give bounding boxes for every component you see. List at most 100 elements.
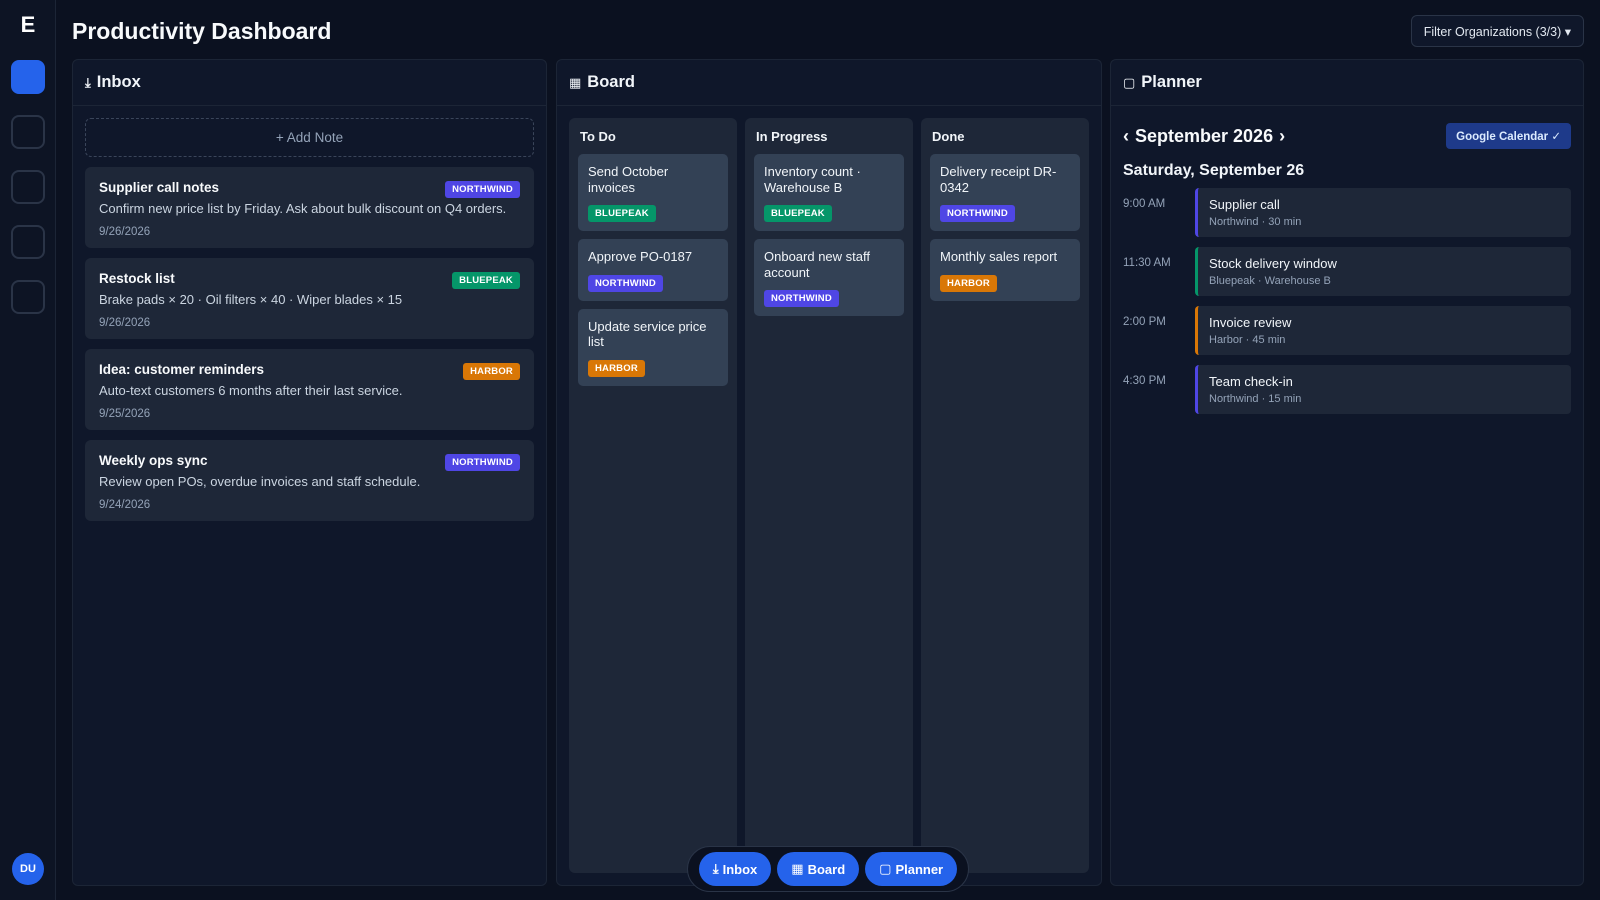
tab-label: Board — [807, 861, 846, 877]
note-body: Review open POs, overdue invoices and st… — [99, 473, 421, 489]
event-title: Team check-in — [1209, 374, 1293, 389]
column-title: Done — [932, 129, 965, 144]
rail-nav-home[interactable] — [11, 60, 45, 94]
event-time: 2:00 PM — [1123, 316, 1166, 328]
inbox-panel: ⤓ Inbox + Add Note Supplier call notes NO… — [72, 59, 547, 886]
rail-nav-item-5[interactable] — [11, 280, 45, 314]
task-title: Approve PO-0187 — [588, 249, 693, 265]
note-card[interactable]: Restock list BLUEPEAK Brake pads × 20 · Oi… — [85, 257, 534, 339]
inbox-title: Inbox — [96, 73, 141, 91]
planner-header: ▢ Planner — [1111, 60, 1583, 106]
tab-label: Inbox — [722, 861, 758, 877]
task-card[interactable]: Send October invoices BLUEPEAK — [578, 154, 728, 232]
tab-planner[interactable]: ▢ Planner — [865, 852, 958, 886]
board-icon: ▦ — [569, 74, 582, 90]
tab-label: Planner — [895, 861, 944, 877]
event-row: 2:00 PM Invoice review Harbor · 45 min — [1123, 306, 1571, 355]
org-badge: HARBOR — [463, 362, 520, 380]
note-body: Confirm new price list by Friday. Ask ab… — [99, 201, 507, 216]
app-logo: E — [20, 12, 36, 37]
event-time: 11:30 AM — [1123, 257, 1171, 269]
note-title: Idea: customer reminders — [99, 361, 265, 377]
calendar-icon: ▢ — [1123, 74, 1136, 90]
board-column: To Do Send October invoices BLUEPEAK Approv… — [569, 118, 737, 873]
event-row: 4:30 PM Team check-in Northwind · 15 min — [1123, 365, 1571, 414]
note-card[interactable]: Supplier call notes NORTHWIND Confirm new … — [85, 167, 534, 248]
board-header: ▦ Board — [557, 60, 1101, 106]
org-badge: NORTHWIND — [940, 205, 1015, 223]
tab-board[interactable]: ▦ Board — [777, 852, 860, 886]
task-title: Update service price list — [588, 318, 707, 350]
rail-nav-item-2[interactable] — [11, 115, 45, 149]
task-card[interactable]: Delivery receipt DR-0342 NORTHWIND — [930, 154, 1080, 232]
rail-nav-item-3[interactable] — [11, 170, 45, 204]
event-title: Invoice review — [1209, 315, 1292, 330]
org-badge: HARBOR — [588, 359, 645, 377]
tab-inbox[interactable]: ⤓ Inbox — [698, 852, 772, 886]
board-column: Done Delivery receipt DR-0342 NORTHWIND Mon… — [921, 118, 1089, 873]
task-title: Delivery receipt DR-0342 — [940, 164, 1057, 195]
org-badge: NORTHWIND — [764, 290, 839, 308]
day-title: Saturday, September 26 — [1123, 162, 1305, 179]
prev-month-button[interactable]: ‹ — [1123, 126, 1129, 147]
org-badge: NORTHWIND — [445, 453, 520, 471]
task-card[interactable]: Update service price list HARBOR — [578, 308, 728, 386]
calendar-event[interactable]: Team check-in Northwind · 15 min — [1195, 365, 1571, 414]
add-note-button[interactable]: + Add Note — [85, 118, 534, 157]
page-title: Productivity Dashboard — [72, 18, 332, 44]
note-date: 9/24/2026 — [99, 498, 151, 511]
filter-organizations-button[interactable]: Filter Organizations (3/3) ▾ — [1410, 15, 1584, 47]
event-title: Stock delivery window — [1209, 256, 1337, 271]
planner-tab-icon: ▢ — [879, 861, 892, 876]
org-badge: BLUEPEAK — [588, 205, 656, 223]
note-card[interactable]: Idea: customer reminders HARBOR Auto-text … — [85, 348, 534, 430]
task-title: Send October invoices — [588, 164, 669, 195]
inbox-tab-icon: ⤓ — [712, 861, 719, 876]
task-title: Inventory count · Warehouse B — [764, 164, 861, 195]
org-badge: HARBOR — [940, 274, 997, 292]
board-column: In Progress Inventory count · Warehouse B… — [745, 118, 913, 873]
board-panel: ▦ Board To Do Send October invoices BLUEPE… — [556, 59, 1102, 886]
download-icon: ⤓ — [85, 74, 91, 90]
task-card[interactable]: Monthly sales report HARBOR — [930, 239, 1080, 301]
user-avatar[interactable]: DU — [12, 853, 44, 885]
note-card[interactable]: Weekly ops sync NORTHWIND Review open POs,… — [85, 439, 534, 521]
planner-title: Planner — [1141, 73, 1202, 91]
task-card[interactable]: Inventory count · Warehouse B BLUEPEAK — [754, 154, 904, 232]
google-calendar-button[interactable]: Google Calendar ✓ — [1446, 123, 1571, 149]
calendar-event[interactable]: Supplier call Northwind · 30 min — [1195, 188, 1571, 237]
event-meta: Northwind · 30 min — [1209, 216, 1302, 228]
org-badge: BLUEPEAK — [764, 205, 832, 223]
board-title: Board — [587, 73, 635, 91]
task-title: Monthly sales report — [940, 249, 1058, 265]
note-date: 9/26/2026 — [99, 225, 151, 238]
note-body: Auto-text customers 6 months after their… — [99, 382, 403, 398]
org-badge: BLUEPEAK — [452, 271, 520, 289]
event-row: 9:00 AM Supplier call Northwind · 30 min — [1123, 188, 1571, 237]
event-meta: Harbor · 45 min — [1209, 334, 1286, 346]
note-date: 9/26/2026 — [99, 316, 151, 329]
event-row: 11:30 AM Stock delivery window Bluepeak · … — [1123, 247, 1571, 296]
sidebar-rail: E DU — [0, 0, 56, 900]
column-title: In Progress — [756, 129, 828, 144]
calendar-event[interactable]: Invoice review Harbor · 45 min — [1195, 306, 1571, 355]
task-card[interactable]: Approve PO-0187 NORTHWIND — [578, 239, 728, 301]
board-tab-icon: ▦ — [791, 861, 804, 876]
planner-panel: ▢ Planner ‹ September 2026 › Google Cale… — [1110, 59, 1584, 886]
task-card[interactable]: Onboard new staff account NORTHWIND — [754, 239, 904, 317]
rail-nav-item-4[interactable] — [11, 225, 45, 259]
org-badge: NORTHWIND — [588, 274, 663, 292]
task-title: Onboard new staff account — [764, 249, 870, 280]
inbox-header: ⤓ Inbox — [73, 60, 546, 106]
event-time: 4:30 PM — [1123, 375, 1166, 387]
month-label: September 2026 — [1135, 125, 1274, 146]
calendar-event[interactable]: Stock delivery window Bluepeak · Warehous… — [1195, 247, 1571, 296]
bottom-tab-bar: ⤓ Inbox ▦ Board ▢ Planner — [687, 846, 969, 892]
note-body: Brake pads × 20 · Oil filters × 40 · Wip… — [99, 291, 403, 307]
org-badge: NORTHWIND — [445, 181, 520, 198]
event-meta: Bluepeak · Warehouse B — [1209, 275, 1331, 287]
next-month-button[interactable]: › — [1279, 126, 1285, 147]
column-title: To Do — [580, 129, 616, 144]
event-title: Supplier call — [1209, 197, 1280, 212]
month-navigation: ‹ September 2026 › Google Calendar ✓ — [1111, 110, 1583, 162]
